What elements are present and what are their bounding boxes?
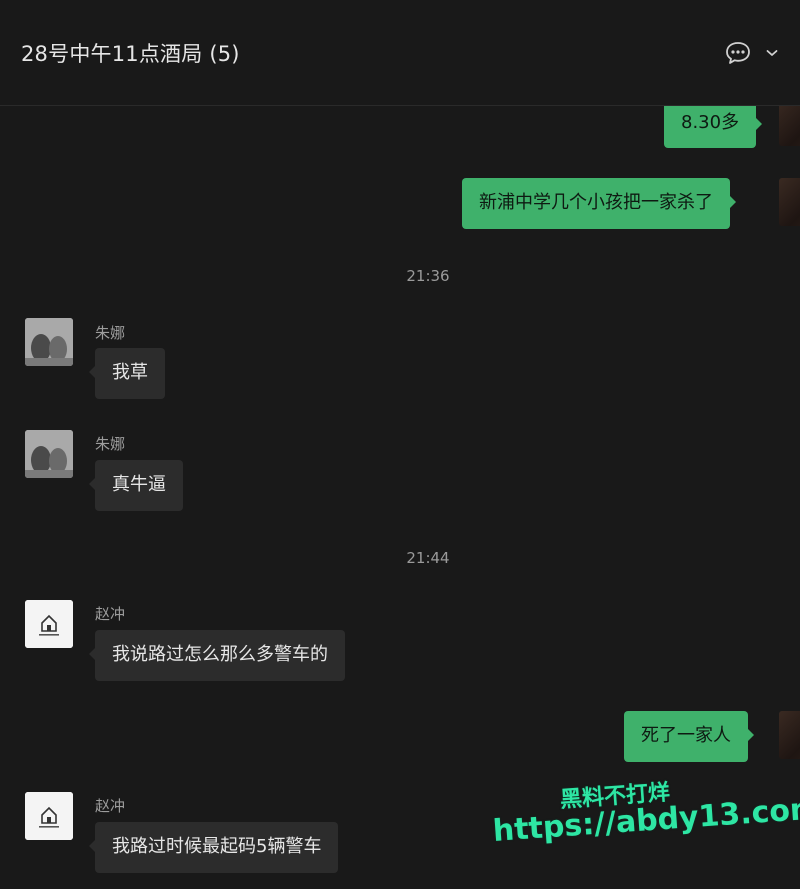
message-bubble-outgoing[interactable]: 新浦中学几个小孩把一家杀了	[462, 178, 736, 229]
sender-name: 朱娜	[95, 435, 126, 453]
sender-name: 赵冲	[95, 797, 126, 815]
message-bubble-incoming[interactable]: 真牛逼	[89, 460, 183, 511]
chat-bubble-icon[interactable]	[724, 40, 752, 66]
chevron-down-icon[interactable]	[766, 48, 778, 58]
avatar[interactable]	[25, 600, 73, 648]
header-actions	[724, 40, 778, 66]
message-bubble-outgoing[interactable]: 8.30多	[664, 106, 763, 148]
chat-window: 28号中午11点酒局 (5) 8.30多 新浦中学几个小孩把一家杀了 21:36…	[0, 0, 800, 889]
timestamp: 21:36	[406, 267, 450, 285]
sender-name: 赵冲	[95, 605, 126, 623]
message-bubble-incoming[interactable]: 我路过时候最起码5辆警车	[88, 822, 339, 873]
chat-header: 28号中午11点酒局 (5)	[0, 0, 800, 106]
message-bubble-incoming[interactable]: 我说路过怎么那么多警车的	[89, 630, 345, 681]
message-bubble-outgoing[interactable]: 死了一家人	[624, 711, 754, 762]
message-list[interactable]: 8.30多 新浦中学几个小孩把一家杀了 21:36 朱娜 我草 朱娜 真牛逼 2…	[0, 106, 800, 889]
message-bubble-incoming[interactable]: 我草	[89, 348, 165, 399]
chat-title: 28号中午11点酒局 (5)	[21, 42, 240, 66]
timestamp: 21:44	[406, 549, 450, 567]
my-avatar[interactable]	[779, 711, 800, 759]
avatar[interactable]	[25, 792, 73, 840]
my-avatar[interactable]	[779, 178, 800, 226]
avatar[interactable]	[25, 430, 73, 478]
avatar[interactable]	[25, 318, 73, 366]
my-avatar[interactable]	[779, 106, 800, 146]
sender-name: 朱娜	[95, 324, 126, 342]
